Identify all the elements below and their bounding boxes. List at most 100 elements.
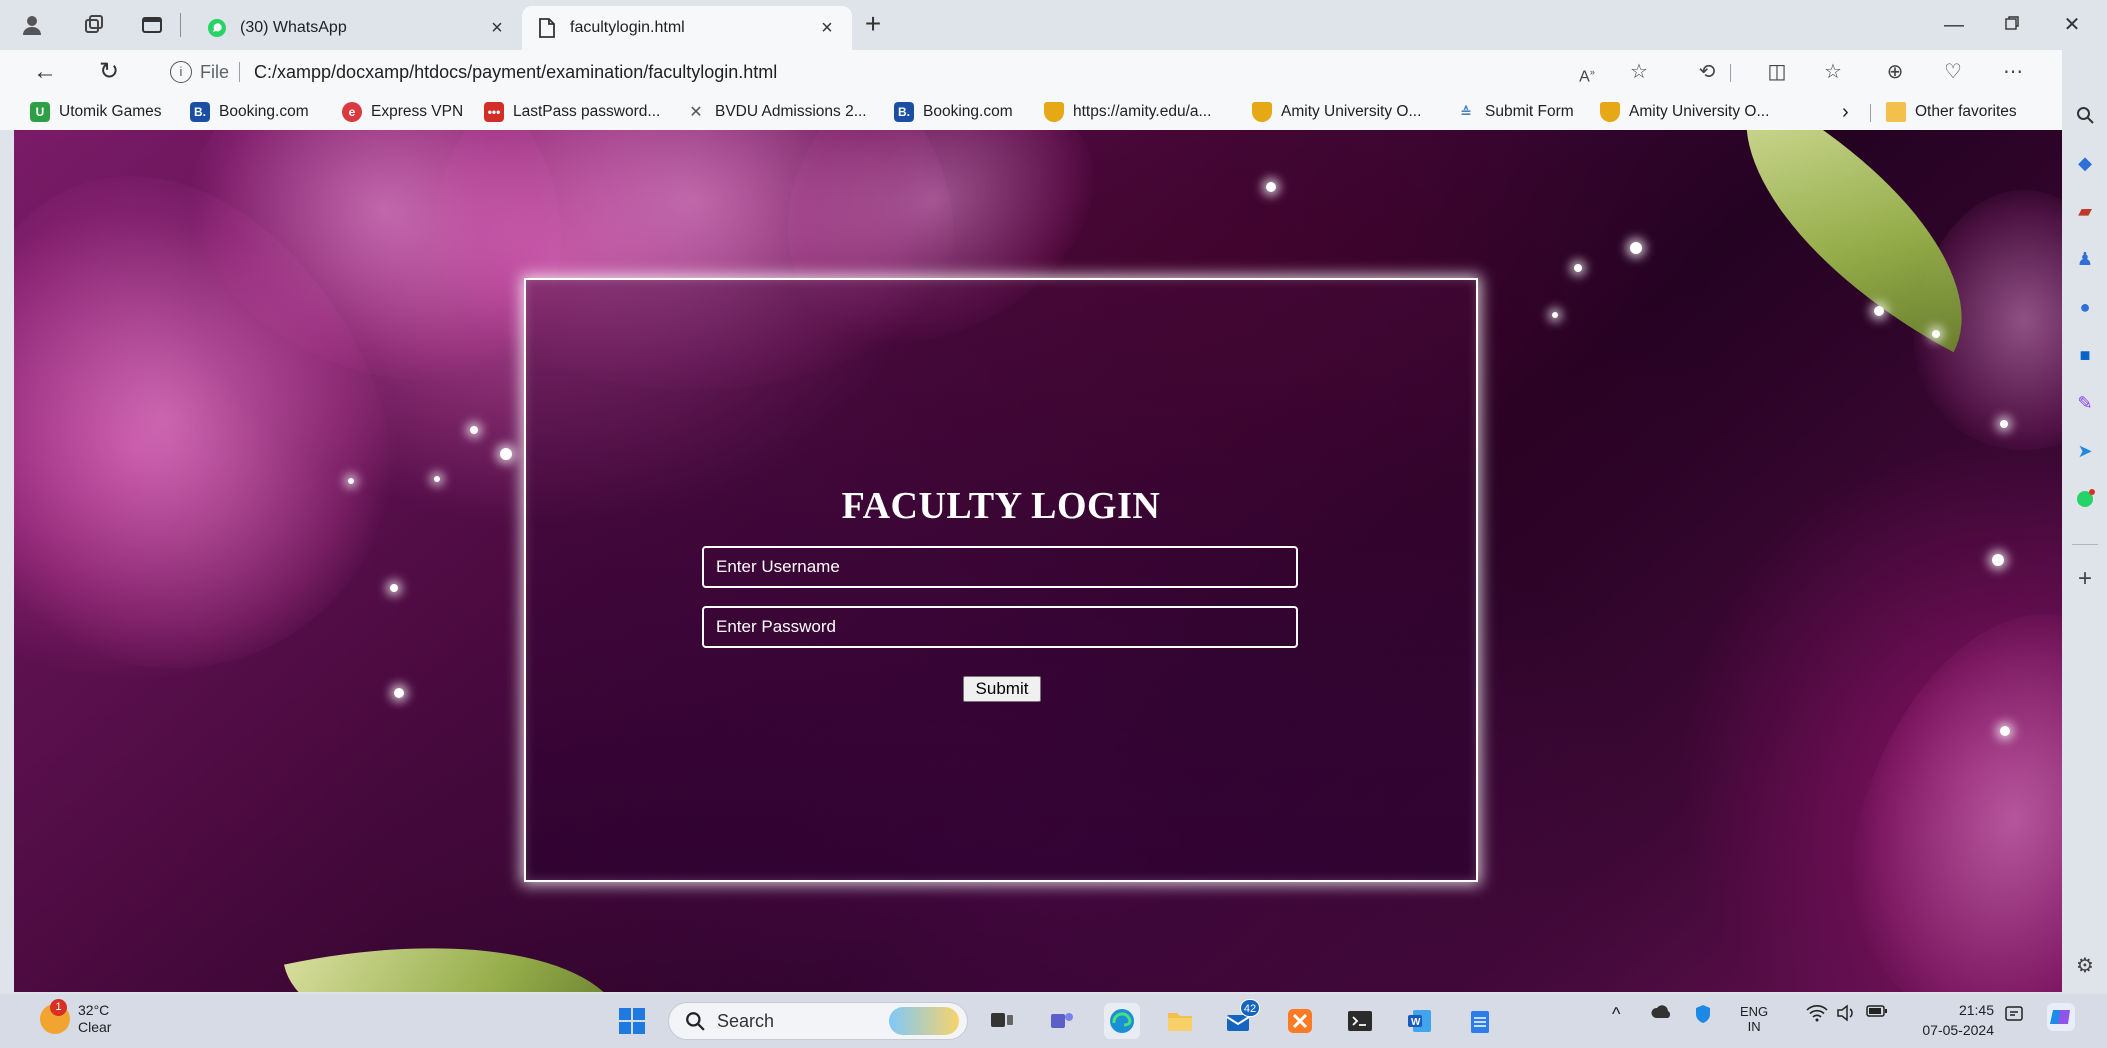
sparkle-decoration: [470, 426, 478, 434]
onedrive-icon[interactable]: [1650, 1004, 1674, 1024]
browser-essentials-icon[interactable]: ♡: [1938, 58, 1968, 86]
copilot-taskbar-icon[interactable]: [2046, 1002, 2076, 1036]
xampp-icon[interactable]: [1282, 1003, 1318, 1039]
address-bar-row: ← ↻ i File C:/xampp/docxamp/htdocs/payme…: [0, 50, 2082, 94]
favorites-icon[interactable]: ☆: [1818, 58, 1848, 86]
submit-button[interactable]: Submit: [963, 676, 1041, 702]
utomik-icon: U: [30, 102, 50, 122]
bookmark-label: Amity University O...: [1281, 103, 1422, 120]
windows-start-icon[interactable]: [614, 1003, 650, 1039]
outlook-icon[interactable]: ■: [2070, 340, 2100, 370]
language-code: ENG: [1740, 1004, 1769, 1019]
tab-strip: (30) WhatsApp × facultylogin.html × + — …: [0, 0, 2107, 50]
tab-title: facultylogin.html: [570, 19, 685, 36]
close-window-button[interactable]: ✕: [2052, 10, 2092, 40]
amity-shield-icon: [1600, 102, 1620, 122]
add-icon[interactable]: +: [2070, 564, 2100, 594]
close-icon[interactable]: ×: [816, 17, 838, 40]
teams-icon[interactable]: [1044, 1003, 1080, 1039]
faculty-login-panel: FACULTY LOGIN Submit: [524, 278, 1478, 882]
sparkle-decoration: [1552, 312, 1558, 318]
weather-description: Clear: [78, 1019, 112, 1035]
search-icon: [686, 1012, 705, 1031]
bookmark-booking[interactable]: B. Booking.com: [190, 100, 309, 124]
tag-icon[interactable]: ◆: [2070, 148, 2100, 178]
taskbar-search-box[interactable]: Search: [668, 1002, 968, 1040]
region-code: IN: [1747, 1019, 1761, 1034]
tab-actions-icon[interactable]: [138, 11, 166, 39]
edge-browser-icon[interactable]: [1104, 1003, 1140, 1039]
extensions-icon[interactable]: ⟲: [1692, 58, 1722, 86]
minimize-button[interactable]: —: [1934, 10, 1974, 40]
bookmark-lastpass[interactable]: ••• LastPass password...: [484, 100, 660, 124]
outlook-mail-icon[interactable]: 42: [1222, 999, 1260, 1039]
toolbox-icon[interactable]: ▰: [2070, 196, 2100, 226]
profile-icon[interactable]: [18, 11, 46, 39]
bookmark-label: Utomik Games: [59, 103, 162, 120]
task-view-icon[interactable]: [984, 1003, 1020, 1039]
bookmark-bvdu[interactable]: ✕ BVDU Admissions 2...: [686, 100, 866, 124]
address-bar[interactable]: i File C:/xampp/docxamp/htdocs/payment/e…: [158, 56, 1668, 88]
restore-button[interactable]: [1992, 10, 2032, 40]
bookmark-label: Submit Form: [1485, 103, 1574, 120]
sparkle-decoration: [1630, 242, 1642, 254]
bookmark-submit-form[interactable]: ≙ Submit Form: [1456, 100, 1574, 124]
whatsapp-icon[interactable]: [2070, 484, 2100, 514]
bookmark-label: Booking.com: [923, 103, 1013, 120]
volume-icon[interactable]: [1836, 1004, 1856, 1026]
other-favorites-folder[interactable]: Other favorites: [1886, 100, 2017, 124]
bookmark-label: https://amity.edu/a...: [1073, 103, 1212, 120]
workspaces-icon[interactable]: [80, 11, 108, 39]
info-icon[interactable]: i: [170, 61, 192, 83]
mail-count-badge: 42: [1240, 999, 1260, 1017]
weather-sun-icon: 1: [40, 999, 70, 1034]
windows-taskbar: 1 32°C Clear Search 42 W ^ ENG IN 21:45 …: [0, 994, 2107, 1048]
people-icon[interactable]: ♟: [2070, 244, 2100, 274]
collections-icon[interactable]: ⊕: [1880, 58, 1910, 86]
language-indicator[interactable]: ENG IN: [1740, 1004, 1768, 1034]
bookmark-amity-link[interactable]: https://amity.edu/a...: [1044, 100, 1211, 124]
defender-shield-icon[interactable]: [1694, 1004, 1712, 1028]
bookmark-utomik[interactable]: U Utomik Games: [30, 100, 162, 124]
system-clock[interactable]: 21:45 07-05-2024: [1908, 1000, 1994, 1040]
bookmark-label: LastPass password...: [513, 103, 661, 120]
sparkle-decoration: [1992, 554, 2004, 566]
more-options-icon[interactable]: ⋯: [1998, 58, 2028, 86]
favorite-star-icon[interactable]: ☆: [1624, 58, 1654, 86]
notepad-icon[interactable]: [1462, 1003, 1498, 1039]
bookmark-label: Other favorites: [1915, 103, 2017, 120]
chevron-up-icon[interactable]: ^: [1612, 1004, 1620, 1025]
battery-icon[interactable]: [1866, 1004, 1888, 1022]
chevron-right-icon[interactable]: ›: [1842, 100, 1849, 124]
bookmark-label: Booking.com: [219, 103, 309, 120]
sparkle-decoration: [2000, 726, 2010, 736]
sparkle-decoration: [1574, 264, 1582, 272]
designer-icon[interactable]: ✎: [2070, 388, 2100, 418]
office-icon[interactable]: ●: [2070, 292, 2100, 322]
tab-whatsapp[interactable]: (30) WhatsApp ×: [192, 6, 522, 50]
search-icon[interactable]: [2070, 100, 2100, 130]
bookmark-booking-2[interactable]: B. Booking.com: [894, 100, 1013, 124]
bookmark-expressvpn[interactable]: e Express VPN: [342, 100, 463, 124]
tab-facultylogin[interactable]: facultylogin.html ×: [522, 6, 852, 50]
read-aloud-icon[interactable]: A»: [1572, 58, 1602, 86]
toolbar-divider: [1730, 64, 1731, 82]
send-icon[interactable]: ➤: [2070, 436, 2100, 466]
search-highlight-icon: [889, 1007, 959, 1035]
word-icon[interactable]: W: [1402, 1003, 1438, 1039]
refresh-button[interactable]: ↻: [92, 56, 126, 88]
split-screen-icon[interactable]: ◫: [1762, 58, 1792, 86]
password-input[interactable]: [702, 606, 1298, 648]
close-icon[interactable]: ×: [486, 17, 508, 40]
terminal-icon[interactable]: [1342, 1003, 1378, 1039]
username-input[interactable]: [702, 546, 1298, 588]
wifi-icon[interactable]: [1806, 1004, 1828, 1027]
new-tab-button[interactable]: +: [858, 10, 888, 40]
weather-widget[interactable]: 1 32°C Clear: [40, 999, 112, 1036]
notifications-icon[interactable]: [2004, 1004, 2024, 1029]
bookmark-amity-1[interactable]: Amity University O...: [1252, 100, 1421, 124]
bookmark-amity-2[interactable]: Amity University O...: [1600, 100, 1769, 124]
gear-icon[interactable]: ⚙: [2070, 950, 2100, 980]
back-button[interactable]: ←: [28, 56, 62, 88]
file-explorer-icon[interactable]: [1162, 1003, 1198, 1039]
